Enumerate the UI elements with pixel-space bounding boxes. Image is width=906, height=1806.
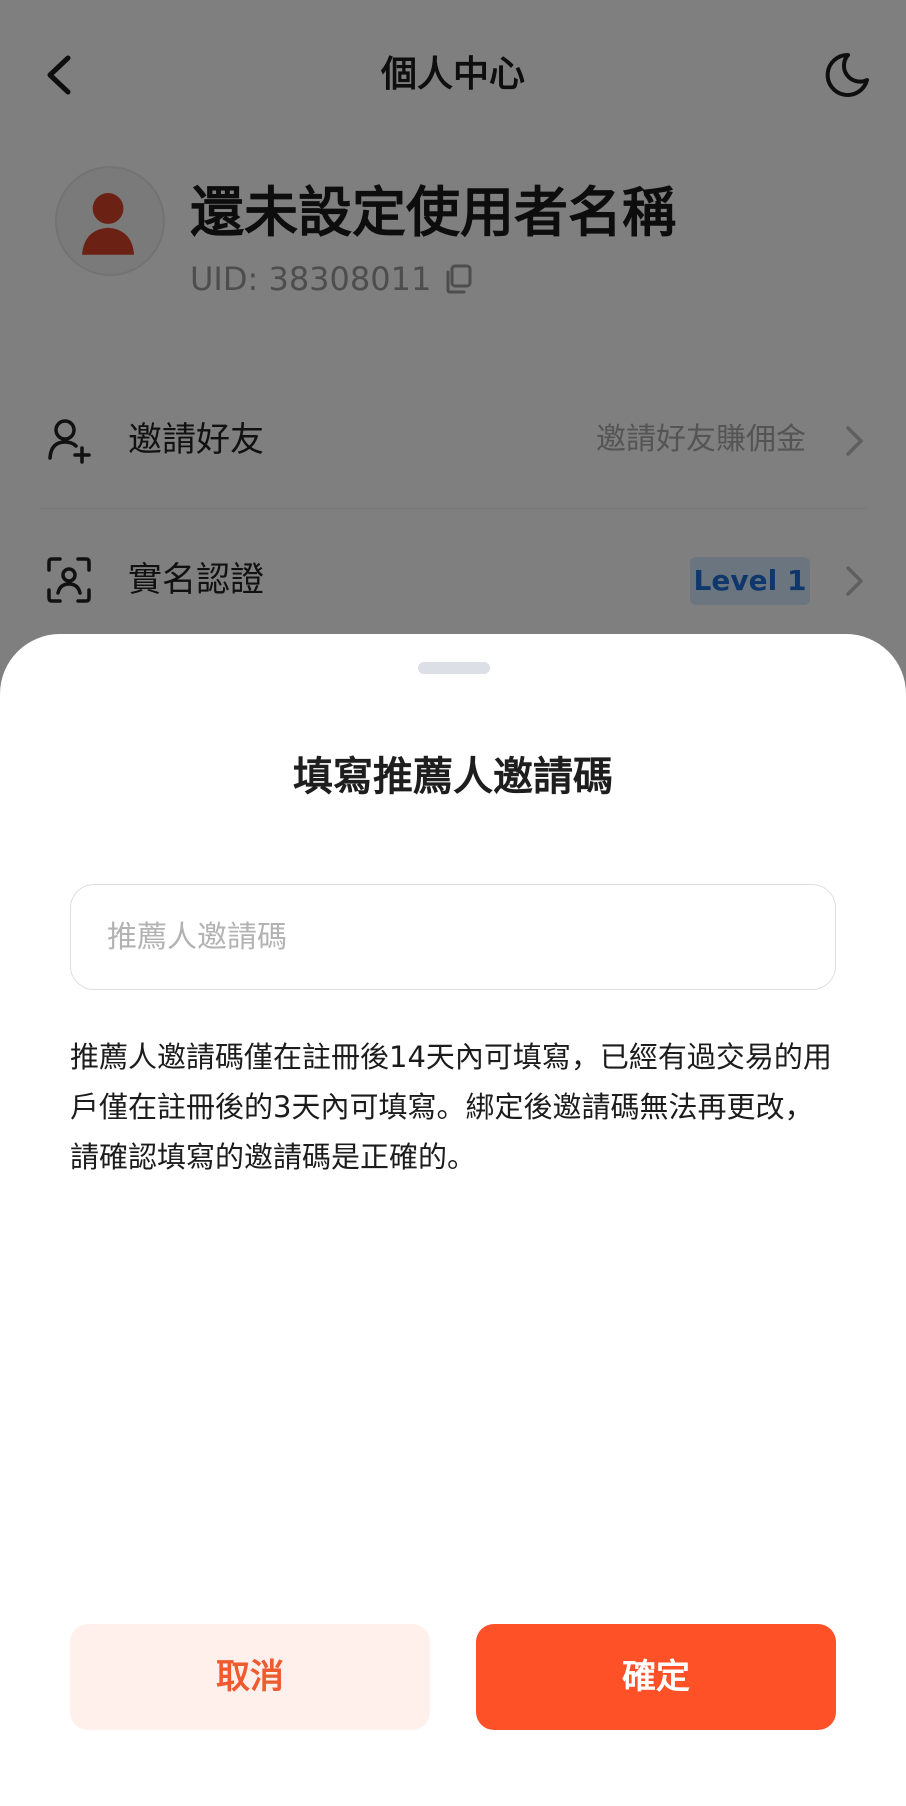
invite-code-notice: 推薦人邀請碼僅在註冊後14天內可填寫，已經有過交易的用戶僅在註冊後的3天內可填寫…	[70, 1040, 832, 1174]
invite-code-input[interactable]	[70, 884, 836, 990]
confirm-button[interactable]: 確定	[476, 1624, 836, 1730]
invite-code-sheet: 填寫推薦人邀請碼 推薦人邀請碼僅在註冊後14天內可填寫，已經有過交易的用戶僅在註…	[0, 634, 906, 1806]
cancel-button[interactable]: 取消	[70, 1624, 430, 1730]
drag-handle[interactable]	[418, 662, 490, 674]
sheet-title: 填寫推薦人邀請碼	[293, 754, 613, 800]
